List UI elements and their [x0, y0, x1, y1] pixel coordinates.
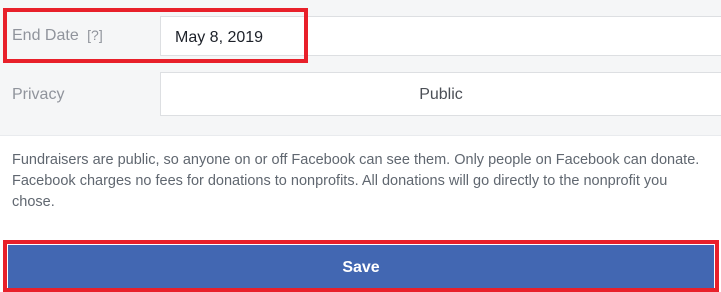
privacy-label: Privacy	[12, 86, 65, 103]
end-date-help-link[interactable]: [?]	[87, 27, 103, 43]
save-button[interactable]: Save	[8, 245, 714, 290]
fundraiser-settings-panel: End Date [?] May 8, 2019 Privacy Public	[0, 0, 721, 136]
end-date-label: End Date	[12, 27, 79, 44]
end-date-row-label: End Date [?]	[12, 27, 103, 45]
privacy-selector[interactable]: Public	[160, 72, 721, 116]
fundraiser-info-text: Fundraisers are public, so anyone on or …	[12, 152, 700, 210]
end-date-field[interactable]: May 8, 2019	[160, 16, 721, 56]
